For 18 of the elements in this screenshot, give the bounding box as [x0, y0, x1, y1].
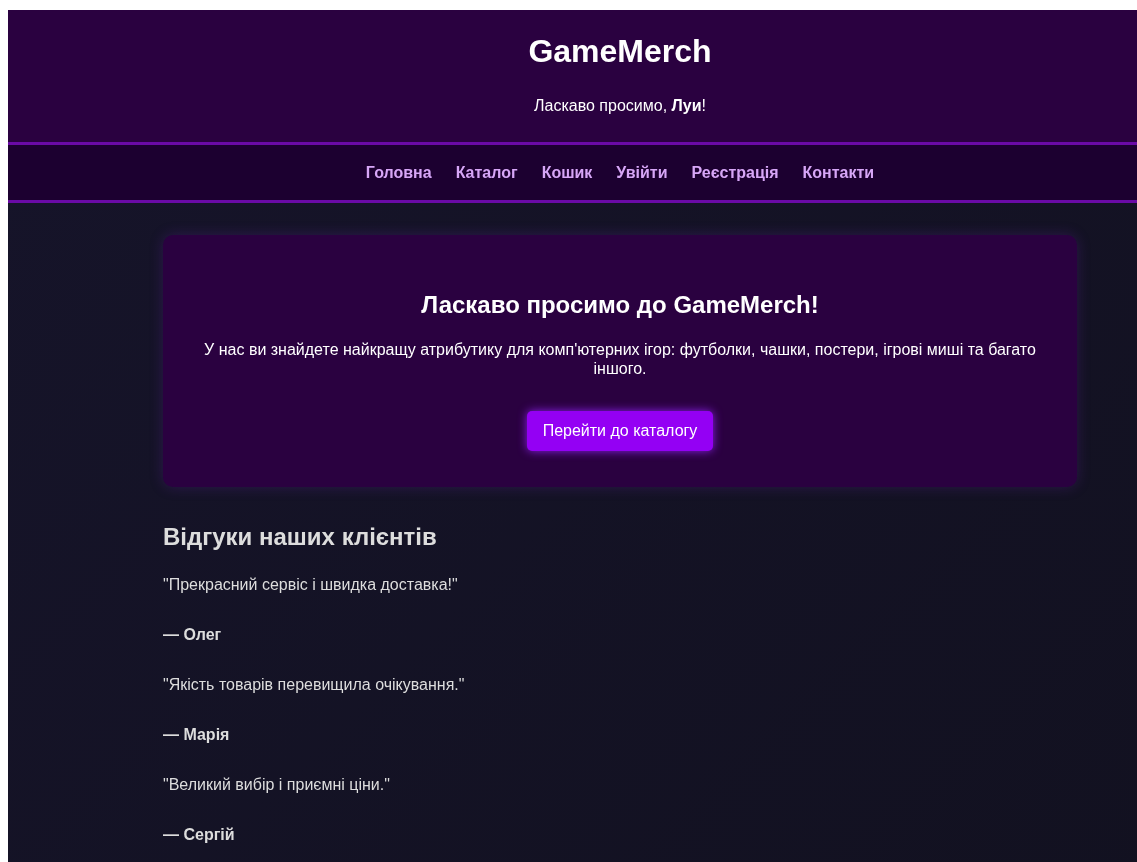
reviews-heading: Відгуки наших клієнтів: [163, 522, 438, 552]
nav-link[interactable]: Кошик: [541, 160, 593, 185]
nav-link[interactable]: Реєстрація: [691, 160, 779, 185]
site-title: GameMerch: [527, 32, 713, 71]
card-text: У нас ви знайдете найкращу атрибутику для комп'ютерних ігор: футболки, чашки, постери, ігрові миші та багато іншого.: [203, 340, 1037, 379]
review-author: — Сергій: [163, 825, 236, 846]
review-quote: "Якість товарів перевищила очікування.": [163, 675, 466, 696]
nav-link[interactable]: Контакти: [802, 160, 875, 185]
nav-link[interactable]: Головна: [365, 160, 432, 185]
review-author: — Марія: [163, 725, 231, 746]
welcome-text: Ласкаво просимо, Луи!: [533, 96, 707, 117]
nav-link[interactable]: Увійти: [616, 160, 668, 185]
catalog-button[interactable]: Перейти до каталогу: [526, 410, 714, 451]
nav-link[interactable]: Каталог: [455, 160, 518, 185]
review-author: — Олег: [163, 625, 223, 646]
review-quote: "Великий вибір і приємні ціни.": [163, 775, 391, 796]
card-title: Ласкаво просимо до GameMerch!: [420, 291, 820, 321]
review-quote: "Прекрасний сервіс і швидка доставка!": [163, 575, 459, 596]
